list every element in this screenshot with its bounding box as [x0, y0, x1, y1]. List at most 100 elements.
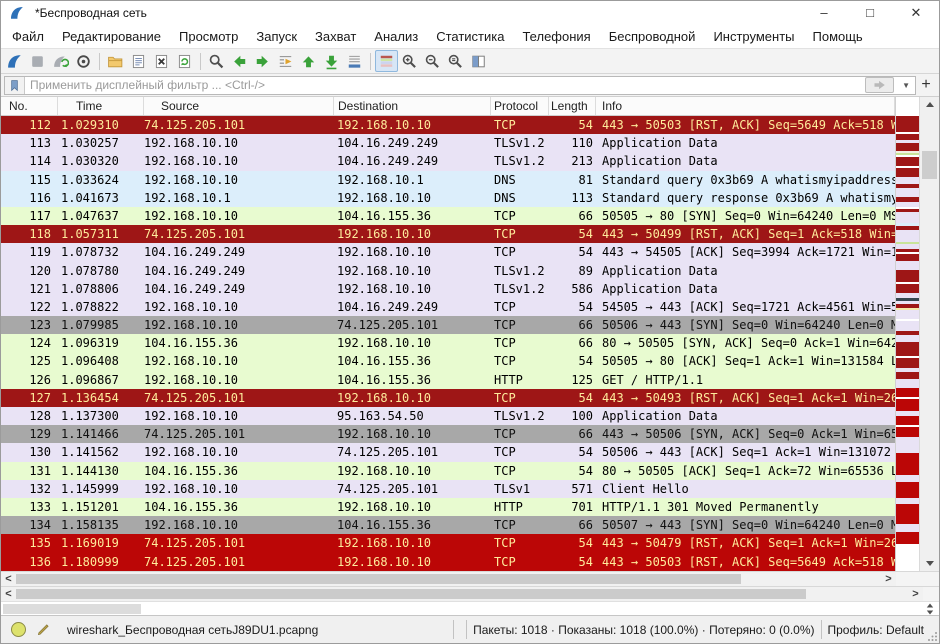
expert-info-icon[interactable]: [11, 622, 26, 637]
cell-destination: 192.168.10.10: [334, 534, 491, 552]
resize-columns-icon[interactable]: [467, 50, 490, 72]
profile-label[interactable]: Профиль: Default: [828, 623, 925, 637]
menu-item-telephony[interactable]: Телефония: [513, 29, 599, 44]
cell-no: 117: [1, 207, 58, 225]
apply-filter-icon[interactable]: [865, 77, 894, 93]
horizontal-scrollbar-thumb[interactable]: [16, 589, 806, 599]
cell-time: 1.047637: [58, 207, 144, 225]
capture-filename[interactable]: wireshark_Беспроводная сетьJ89DU1.pcapng: [67, 623, 318, 637]
start-capture-icon[interactable]: [3, 50, 26, 72]
cell-length: 66: [549, 425, 596, 443]
secondary-horizontal-scrollbar[interactable]: < >: [1, 586, 923, 601]
column-header-no[interactable]: No.: [1, 97, 58, 115]
packet-row[interactable]: 1271.13645474.125.205.101192.168.10.10TC…: [1, 389, 895, 407]
menu-item-edit[interactable]: Редактирование: [53, 29, 170, 44]
packet-row[interactable]: 1291.14146674.125.205.101192.168.10.10TC…: [1, 425, 895, 443]
cell-source: 192.168.10.10: [144, 371, 334, 389]
packet-row[interactable]: 1321.145999192.168.10.1074.125.205.101TL…: [1, 480, 895, 498]
cell-source: 192.168.10.10: [144, 298, 334, 316]
zoom-out-icon[interactable]: [421, 50, 444, 72]
scroll-down-icon[interactable]: [920, 556, 939, 571]
stop-capture-icon[interactable]: [26, 50, 49, 72]
packet-row[interactable]: 1161.041673192.168.10.1192.168.10.10DNS1…: [1, 189, 895, 207]
menu-item-wireless[interactable]: Беспроводной: [600, 29, 705, 44]
packet-row[interactable]: 1141.030320192.168.10.10104.16.249.249TL…: [1, 152, 895, 170]
packet-row[interactable]: 1181.05731174.125.205.101192.168.10.10TC…: [1, 225, 895, 243]
filter-bookmark-icon[interactable]: [5, 77, 25, 94]
close-file-icon[interactable]: [150, 50, 173, 72]
column-header-info[interactable]: Info: [596, 97, 895, 115]
packet-row[interactable]: 1251.096408192.168.10.10104.16.155.36TCP…: [1, 352, 895, 370]
packet-row[interactable]: 1191.078732104.16.249.249192.168.10.10TC…: [1, 243, 895, 261]
packet-row[interactable]: 1351.16901974.125.205.101192.168.10.10TC…: [1, 534, 895, 552]
zoom-normal-icon[interactable]: [444, 50, 467, 72]
filter-dropdown-caret-icon[interactable]: ▼: [897, 81, 915, 90]
vertical-scrollbar-thumb[interactable]: [922, 151, 937, 179]
packet-row[interactable]: 1231.079985192.168.10.1074.125.205.101TC…: [1, 316, 895, 334]
packet-row[interactable]: 1171.047637192.168.10.10104.16.155.36TCP…: [1, 207, 895, 225]
packet-row[interactable]: 1131.030257192.168.10.10104.16.249.249TL…: [1, 134, 895, 152]
close-button[interactable]: ✕: [893, 1, 939, 24]
menu-item-analyze[interactable]: Анализ: [365, 29, 427, 44]
go-first-icon[interactable]: [297, 50, 320, 72]
go-to-packet-icon[interactable]: [274, 50, 297, 72]
add-filter-button[interactable]: +: [916, 75, 936, 95]
go-back-icon[interactable]: [228, 50, 251, 72]
capture-options-icon[interactable]: [72, 50, 95, 72]
menu-item-view[interactable]: Просмотр: [170, 29, 247, 44]
maximize-button[interactable]: □: [847, 1, 893, 24]
packet-row[interactable]: 1221.078822192.168.10.10104.16.249.249TC…: [1, 298, 895, 316]
menu-item-go[interactable]: Запуск: [247, 29, 306, 44]
reload-file-icon[interactable]: [173, 50, 196, 72]
packet-row[interactable]: 1121.02931074.125.205.101192.168.10.10TC…: [1, 116, 895, 134]
column-header-source[interactable]: Source: [144, 97, 334, 115]
column-header-length[interactable]: Length: [549, 97, 596, 115]
packet-row[interactable]: 1361.18099974.125.205.101192.168.10.10TC…: [1, 553, 895, 571]
colorize-icon[interactable]: [375, 50, 398, 72]
packet-row[interactable]: 1341.158135192.168.10.10104.16.155.36TCP…: [1, 516, 895, 534]
packet-row[interactable]: 1261.096867192.168.10.10104.16.155.36HTT…: [1, 371, 895, 389]
scroll-up-icon[interactable]: [920, 97, 939, 112]
go-forward-icon[interactable]: [251, 50, 274, 72]
scroll-left-icon[interactable]: <: [1, 588, 16, 601]
pane-scroll-carets[interactable]: [921, 603, 939, 615]
vertical-scrollbar[interactable]: [919, 97, 939, 571]
zoom-in-icon[interactable]: [398, 50, 421, 72]
resize-grip[interactable]: [926, 616, 939, 643]
menu-item-statistics[interactable]: Статистика: [427, 29, 513, 44]
go-last-icon[interactable]: [320, 50, 343, 72]
capture-comment-icon[interactable]: [36, 622, 51, 637]
scroll-right-icon[interactable]: >: [881, 573, 896, 586]
packet-row[interactable]: 1281.137300192.168.10.1095.163.54.50TLSv…: [1, 407, 895, 425]
intelligent-scrollbar[interactable]: [896, 116, 919, 571]
find-packet-icon[interactable]: [205, 50, 228, 72]
cell-protocol: TCP: [491, 116, 549, 134]
menu-item-file[interactable]: Файл: [3, 29, 53, 44]
menu-item-help[interactable]: Помощь: [804, 29, 872, 44]
scroll-left-icon[interactable]: <: [1, 573, 16, 586]
column-header-protocol[interactable]: Protocol: [491, 97, 549, 115]
restart-capture-icon[interactable]: [49, 50, 72, 72]
display-filter-input[interactable]: [25, 78, 865, 92]
packet-row[interactable]: 1241.096319104.16.155.36192.168.10.10TCP…: [1, 334, 895, 352]
save-file-icon[interactable]: [127, 50, 150, 72]
menu-item-tools[interactable]: Инструменты: [704, 29, 803, 44]
packet-row[interactable]: 1301.141562192.168.10.1074.125.205.101TC…: [1, 443, 895, 461]
scroll-right-icon[interactable]: >: [908, 588, 923, 601]
minimize-button[interactable]: –: [801, 1, 847, 24]
cell-no: 118: [1, 225, 58, 243]
packet-row[interactable]: 1331.151201104.16.155.36192.168.10.10HTT…: [1, 498, 895, 516]
menu-item-capture[interactable]: Захват: [306, 29, 365, 44]
horizontal-scrollbar-thumb[interactable]: [16, 574, 741, 584]
packet-row[interactable]: 1311.144130104.16.155.36192.168.10.10TCP…: [1, 462, 895, 480]
packet-row[interactable]: 1151.033624192.168.10.10192.168.10.1DNS8…: [1, 171, 895, 189]
column-header-destination[interactable]: Destination: [334, 97, 491, 115]
cell-source: 74.125.205.101: [144, 553, 334, 571]
packet-row[interactable]: 1201.078780104.16.249.249192.168.10.10TL…: [1, 262, 895, 280]
packet-list-horizontal-scrollbar[interactable]: < >: [1, 571, 896, 586]
open-file-icon[interactable]: [104, 50, 127, 72]
status-bar: wireshark_Беспроводная сетьJ89DU1.pcapng…: [1, 615, 939, 643]
column-header-time[interactable]: Time: [58, 97, 144, 115]
auto-scroll-icon[interactable]: [343, 50, 366, 72]
packet-row[interactable]: 1211.078806104.16.249.249192.168.10.10TL…: [1, 280, 895, 298]
